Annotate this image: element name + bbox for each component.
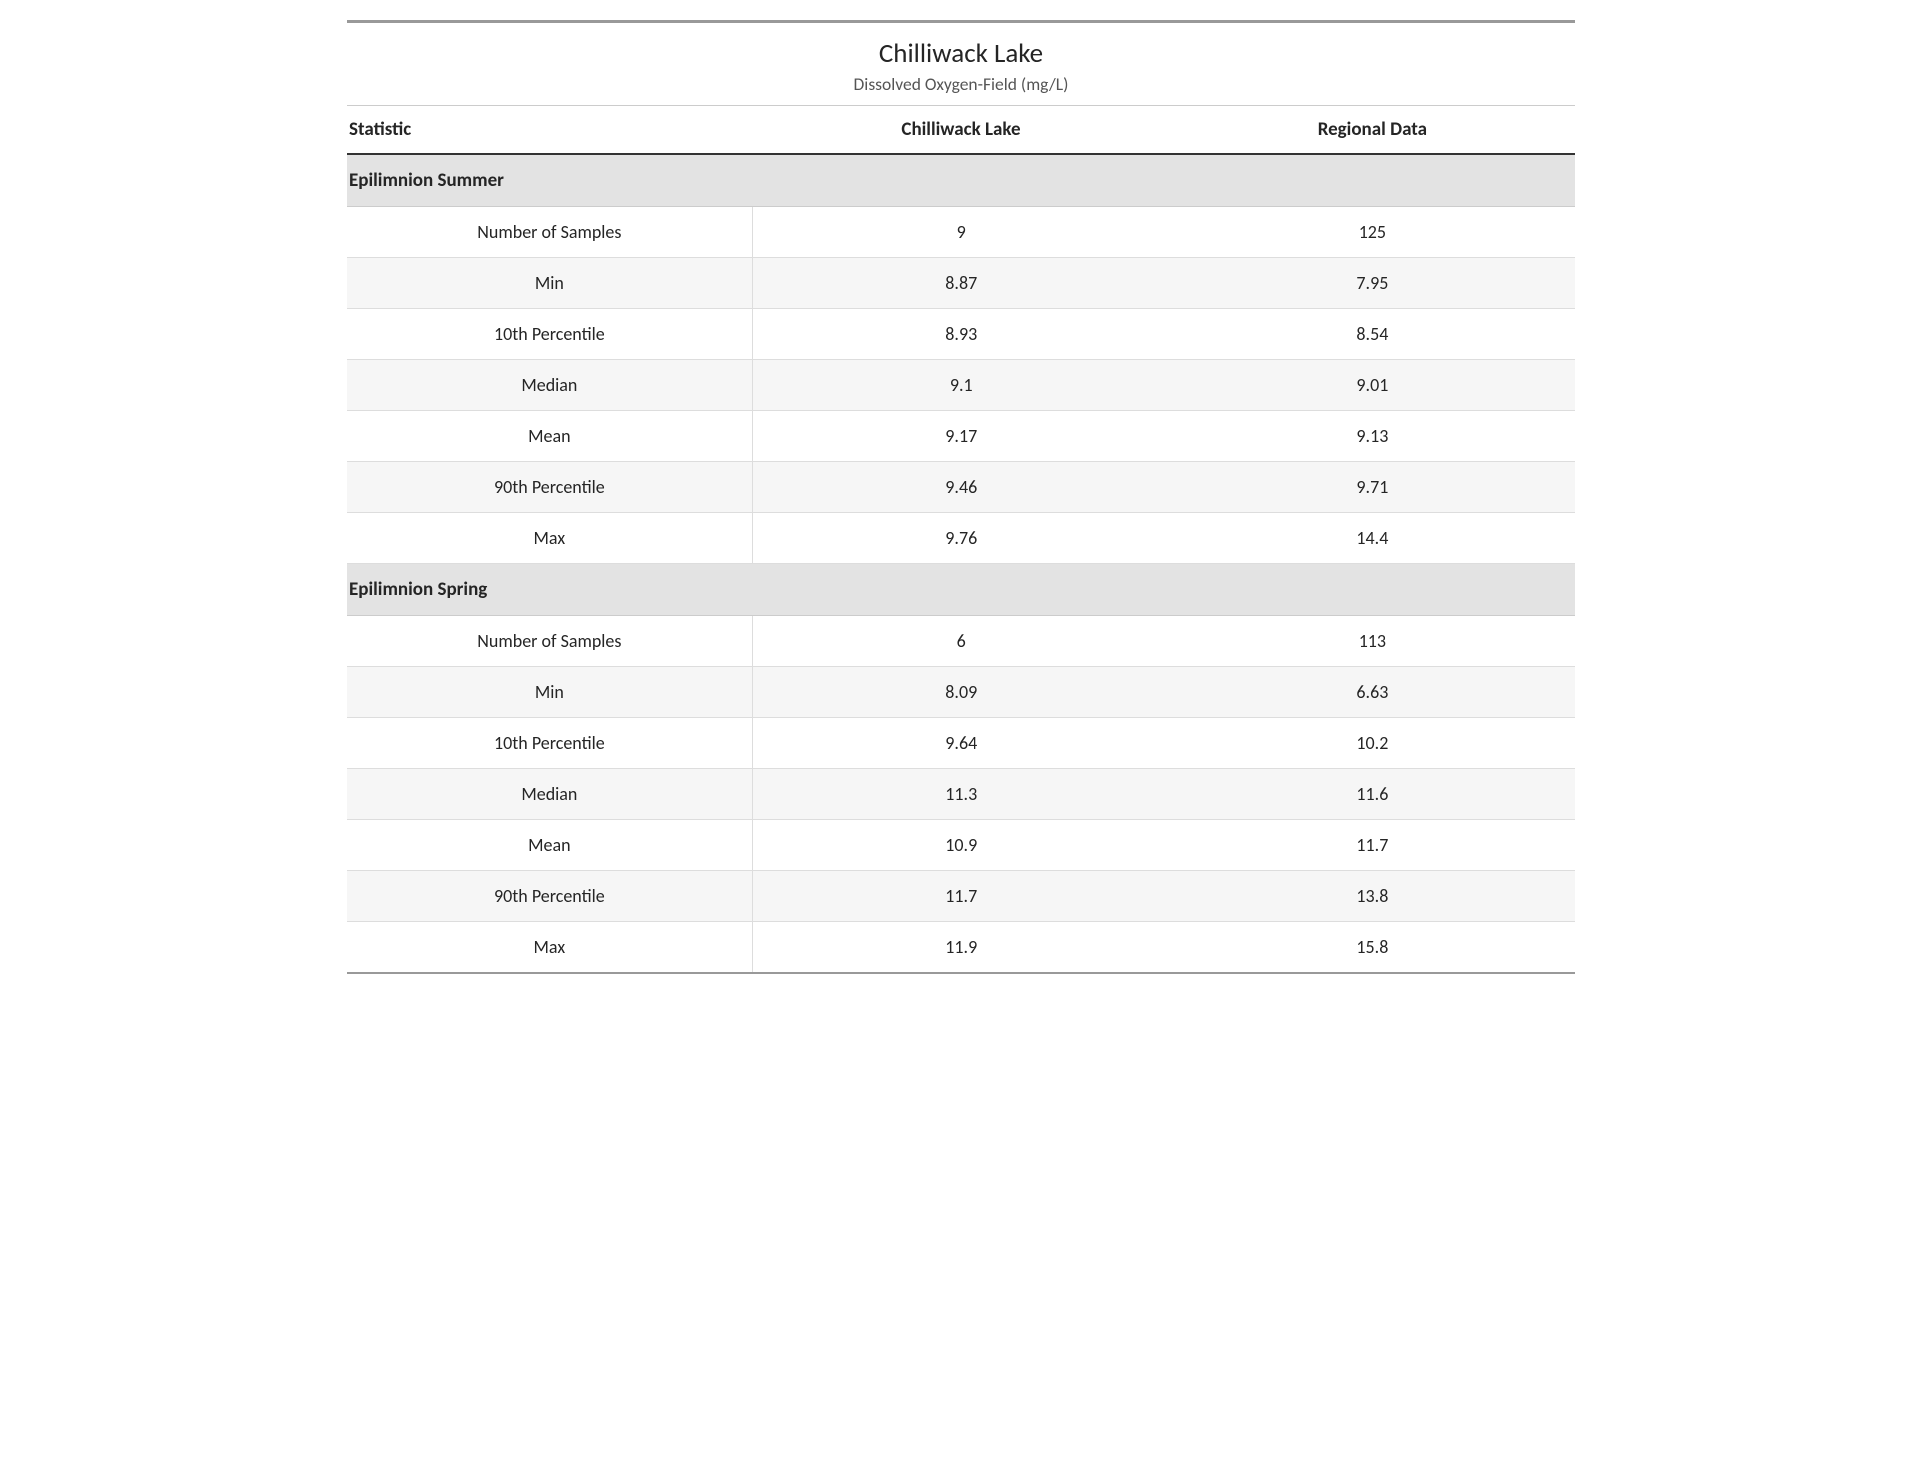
stat-label: Min	[347, 258, 752, 309]
lake-value: 11.9	[752, 922, 1170, 974]
stat-label: Mean	[347, 820, 752, 871]
column-header-statistic: Statistic	[347, 106, 752, 155]
stat-label: Max	[347, 922, 752, 974]
regional-value: 8.54	[1170, 309, 1575, 360]
lake-value: 9.1	[752, 360, 1170, 411]
lake-value: 8.87	[752, 258, 1170, 309]
regional-value: 125	[1170, 207, 1575, 258]
stat-label: Number of Samples	[347, 616, 752, 667]
table-row: Min8.096.63	[347, 667, 1575, 718]
lake-value: 11.3	[752, 769, 1170, 820]
table-row: 90th Percentile11.713.8	[347, 871, 1575, 922]
lake-value: 9.76	[752, 513, 1170, 564]
lake-value: 9.46	[752, 462, 1170, 513]
regional-value: 13.8	[1170, 871, 1575, 922]
regional-value: 9.13	[1170, 411, 1575, 462]
lake-value: 8.93	[752, 309, 1170, 360]
stat-label: 10th Percentile	[347, 718, 752, 769]
table-row: Max9.7614.4	[347, 513, 1575, 564]
lake-value: 11.7	[752, 871, 1170, 922]
regional-value: 11.6	[1170, 769, 1575, 820]
table-row: Mean9.179.13	[347, 411, 1575, 462]
stat-label: 90th Percentile	[347, 871, 752, 922]
table-row: Min8.877.95	[347, 258, 1575, 309]
regional-value: 15.8	[1170, 922, 1575, 974]
stat-label: 10th Percentile	[347, 309, 752, 360]
stat-label: Median	[347, 360, 752, 411]
table-row: Median11.311.6	[347, 769, 1575, 820]
stat-label: Min	[347, 667, 752, 718]
table-subtitle: Dissolved Oxygen-Field (mg/L)	[347, 72, 1575, 106]
statistics-table: Chilliwack Lake Dissolved Oxygen-Field (…	[347, 20, 1575, 974]
table-row: 10th Percentile8.938.54	[347, 309, 1575, 360]
stat-label: Median	[347, 769, 752, 820]
regional-value: 113	[1170, 616, 1575, 667]
table-row: Median9.19.01	[347, 360, 1575, 411]
section-header: Epilimnion Spring	[347, 564, 1575, 616]
section-header: Epilimnion Summer	[347, 154, 1575, 207]
column-header-lake: Chilliwack Lake	[752, 106, 1170, 155]
lake-value: 6	[752, 616, 1170, 667]
regional-value: 9.01	[1170, 360, 1575, 411]
lake-value: 9.17	[752, 411, 1170, 462]
table-row: 90th Percentile9.469.71	[347, 462, 1575, 513]
lake-value: 9.64	[752, 718, 1170, 769]
stat-label: Number of Samples	[347, 207, 752, 258]
lake-value: 10.9	[752, 820, 1170, 871]
lake-value: 8.09	[752, 667, 1170, 718]
table-row: Number of Samples9125	[347, 207, 1575, 258]
table-row: 10th Percentile9.6410.2	[347, 718, 1575, 769]
table-row: Mean10.911.7	[347, 820, 1575, 871]
regional-value: 6.63	[1170, 667, 1575, 718]
regional-value: 11.7	[1170, 820, 1575, 871]
regional-value: 10.2	[1170, 718, 1575, 769]
lake-value: 9	[752, 207, 1170, 258]
table-title: Chilliwack Lake	[347, 22, 1575, 73]
regional-value: 7.95	[1170, 258, 1575, 309]
stat-label: Mean	[347, 411, 752, 462]
column-header-regional: Regional Data	[1170, 106, 1575, 155]
table-row: Max11.915.8	[347, 922, 1575, 974]
regional-value: 14.4	[1170, 513, 1575, 564]
regional-value: 9.71	[1170, 462, 1575, 513]
stat-label: 90th Percentile	[347, 462, 752, 513]
table-row: Number of Samples6113	[347, 616, 1575, 667]
stat-label: Max	[347, 513, 752, 564]
